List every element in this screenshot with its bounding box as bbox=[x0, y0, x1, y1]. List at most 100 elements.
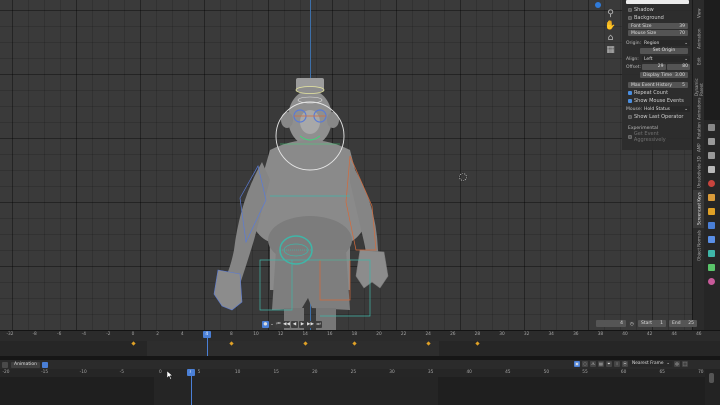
mouse-pointer-icon bbox=[167, 371, 173, 380]
hierarchy-icon[interactable]: ▤ bbox=[598, 361, 604, 367]
action-tick-label: 10 bbox=[234, 370, 241, 375]
scene-properties-icon[interactable] bbox=[708, 180, 715, 187]
display-time-field[interactable]: Display Time 3.00 bbox=[640, 72, 688, 78]
timeline-tick-label: 24 bbox=[425, 332, 431, 337]
keyframe-marker[interactable] bbox=[475, 341, 480, 346]
clock-icon[interactable]: ◷ bbox=[629, 320, 635, 327]
show-last-operator-checkbox[interactable]: Show Last Operator bbox=[624, 113, 690, 121]
timeline-tick-label: 14 bbox=[302, 332, 308, 337]
current-frame-field[interactable]: 4 bbox=[596, 320, 626, 327]
color-swatch[interactable] bbox=[626, 0, 689, 4]
timeline-tick-label: -8 bbox=[32, 332, 37, 337]
constraints-properties-icon[interactable] bbox=[708, 264, 715, 271]
action-tick-label: 70 bbox=[698, 370, 704, 375]
timeline-tick-label: 10 bbox=[253, 332, 259, 337]
zoom-icon[interactable]: ⚲ bbox=[604, 8, 617, 20]
start-frame-field[interactable]: Start 1 bbox=[638, 320, 666, 327]
jump-start-icon[interactable]: ⏮ bbox=[275, 321, 282, 328]
world-properties-icon[interactable] bbox=[708, 194, 715, 201]
output-properties-icon[interactable] bbox=[708, 152, 715, 159]
tab-dynamic-parent[interactable]: Dynamic Parent bbox=[693, 70, 705, 96]
mouse-select[interactable]: Hold Status ⌄ bbox=[642, 106, 690, 112]
action-editor-body[interactable] bbox=[0, 377, 705, 405]
mouse-label: Mouse: bbox=[626, 106, 643, 112]
overlay-icon[interactable]: ⬚ bbox=[682, 361, 688, 367]
material-properties-icon[interactable] bbox=[708, 278, 715, 285]
action-editor-ruler[interactable]: -20-15-10-505101520253035404550556065704 bbox=[0, 369, 705, 377]
pan-hand-icon[interactable]: ✋ bbox=[604, 20, 617, 32]
timeline-tick-label: -6 bbox=[57, 332, 62, 337]
grid-toggle-icon[interactable]: ▦ bbox=[604, 44, 617, 56]
action-tick-label: 55 bbox=[582, 370, 588, 375]
snap-icon[interactable]: ⦿ bbox=[622, 361, 628, 367]
warning-icon[interactable]: ⚠ bbox=[590, 361, 596, 367]
link-icon[interactable] bbox=[41, 361, 48, 368]
timeline-editor[interactable]: -32 -8 -6 -4 -2 0 2 46 8 10 12 14 16 18 20 22 24 26 28 30 32… bbox=[0, 330, 720, 357]
offset-y-field[interactable]: 80 bbox=[666, 64, 690, 70]
tab-animations[interactable]: Animations bbox=[693, 98, 705, 120]
background-checkbox[interactable]: Background bbox=[624, 14, 690, 22]
timeline-tick-label: -32 bbox=[6, 332, 14, 337]
chevron-down-icon: ⌄ bbox=[684, 40, 688, 46]
tab-view[interactable]: View bbox=[693, 2, 705, 24]
axis-gizmo-z-icon[interactable] bbox=[595, 2, 601, 8]
filter-icon[interactable]: ⏷ bbox=[606, 361, 612, 367]
max-event-history-field[interactable]: Max Event History 5 bbox=[628, 82, 688, 88]
action-frame-range bbox=[154, 377, 438, 405]
snap-mode-select[interactable]: Nearest Frame ⌄ bbox=[630, 361, 672, 367]
render-properties-icon[interactable] bbox=[708, 138, 715, 145]
scrollbar-thumb[interactable] bbox=[709, 373, 714, 383]
camera-view-icon[interactable]: ⌂ bbox=[604, 32, 617, 44]
prev-keyframe-icon[interactable]: ◀◀ bbox=[283, 321, 290, 328]
timeline-tick-label: 22 bbox=[400, 332, 407, 337]
timeline-playhead[interactable]: 4 bbox=[202, 331, 211, 338]
jump-end-icon[interactable]: ⏭ bbox=[315, 321, 322, 328]
keyframe-marker[interactable] bbox=[130, 341, 136, 346]
editor-type-icon[interactable] bbox=[2, 361, 8, 368]
particles-properties-icon[interactable] bbox=[708, 236, 715, 243]
ghost-icon[interactable]: ◌ bbox=[582, 361, 588, 367]
align-label: Align: bbox=[626, 56, 639, 62]
offset-label: Offset: bbox=[626, 64, 642, 70]
next-keyframe-icon[interactable]: ▶▶ bbox=[307, 321, 314, 328]
set-origin-button[interactable]: Set Origin bbox=[640, 48, 688, 54]
tool-properties-icon[interactable] bbox=[708, 124, 715, 131]
tab-edit[interactable]: Edit bbox=[693, 54, 705, 68]
screencast-keys-panel: Shadow Background Font Size 39 Mouse Size… bbox=[622, 0, 692, 150]
timeline-tick-label: 32 bbox=[523, 332, 530, 337]
vertical-scrollbar[interactable] bbox=[705, 369, 720, 405]
modifier-properties-icon[interactable] bbox=[708, 222, 715, 229]
tab-animation[interactable]: Animation bbox=[693, 26, 705, 52]
3d-viewport[interactable]: ⚲ ✋ ⌂ ▦ Shadow Background Font Size 39 Mo… bbox=[0, 0, 696, 330]
timeline-track[interactable] bbox=[0, 341, 705, 357]
object-properties-icon[interactable] bbox=[708, 208, 715, 215]
action-tick-label: 30 bbox=[389, 370, 395, 375]
mouse-size-field[interactable]: Mouse Size 70 bbox=[628, 30, 688, 36]
align-select[interactable]: Left ⌄ bbox=[642, 56, 690, 62]
shadow-checkbox[interactable]: Shadow bbox=[624, 6, 690, 14]
physics-properties-icon[interactable] bbox=[708, 250, 715, 257]
action-tick-label: 5 bbox=[197, 370, 201, 375]
play-reverse-icon[interactable]: ◀ bbox=[291, 321, 298, 328]
timeline-tick-label: 20 bbox=[376, 332, 382, 337]
play-icon[interactable]: ▶ bbox=[299, 321, 306, 328]
action-tick-label: 65 bbox=[659, 370, 665, 375]
get-event-aggressively-checkbox[interactable]: Get Event Aggressively bbox=[624, 131, 690, 143]
action-tick-label: -15 bbox=[41, 370, 49, 375]
origin-select[interactable]: Region ⌄ bbox=[642, 40, 690, 46]
show-mouse-events-checkbox[interactable]: Show Mouse Events bbox=[624, 97, 690, 105]
only-selected-icon[interactable]: ▣ bbox=[574, 361, 580, 367]
end-frame-field[interactable]: End 25 bbox=[669, 320, 697, 327]
offset-x-field[interactable]: 29 bbox=[642, 64, 666, 70]
font-size-field[interactable]: Font Size 39 bbox=[628, 23, 688, 29]
view-layer-icon[interactable] bbox=[708, 166, 715, 173]
timeline-tick-label: 36 bbox=[573, 332, 579, 337]
animation-mode-select[interactable]: Animation bbox=[11, 361, 40, 368]
character-model[interactable] bbox=[200, 70, 400, 330]
repeat-count-checkbox[interactable]: Repeat Count bbox=[624, 89, 690, 97]
proportional-edit-icon[interactable]: ◎ bbox=[674, 361, 680, 367]
timeline-ruler[interactable]: -32 -8 -6 -4 -2 0 2 46 8 10 12 14 16 18 20 22 24 26 28 30 32… bbox=[0, 331, 705, 341]
chevron-down-icon[interactable]: ⌄ bbox=[270, 321, 274, 328]
record-icon[interactable]: ● bbox=[262, 321, 269, 328]
settings-icon[interactable]: ⁝ bbox=[614, 361, 620, 367]
